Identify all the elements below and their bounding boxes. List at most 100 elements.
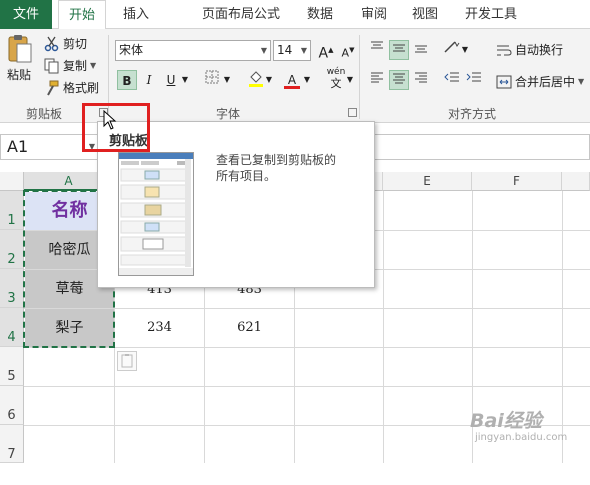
row-header-7[interactable]: 7 <box>0 425 24 463</box>
orientation-button[interactable] <box>442 40 462 60</box>
underline-dropdown-icon[interactable]: ▼ <box>180 70 190 90</box>
paste-options-icon[interactable] <box>117 351 137 371</box>
align-left-icon <box>371 72 383 83</box>
merge-center-label: 合并后居中 <box>515 75 576 89</box>
font-group-label: 字体 <box>216 107 241 121</box>
tab-formulas[interactable]: 公式 <box>245 0 289 29</box>
copy-button[interactable]: 复制 ▼ <box>44 57 96 74</box>
align-left-button[interactable] <box>367 70 387 90</box>
wrap-text-label: 自动换行 <box>515 43 564 57</box>
borders-button[interactable] <box>202 70 222 90</box>
font-name-select[interactable]: 宋体 ▼ <box>115 40 271 61</box>
orientation-icon <box>444 41 460 53</box>
row-header-3[interactable]: 3 <box>0 269 24 308</box>
tooltip-description-line2: 所有项目。 <box>216 169 277 183</box>
alignment-group-label: 对齐方式 <box>448 107 497 121</box>
column-header-e[interactable]: E <box>383 172 472 191</box>
tab-home[interactable]: 开始 <box>58 0 106 30</box>
bottom-align-button[interactable] <box>411 40 431 60</box>
fill-color-dropdown-icon[interactable]: ▼ <box>264 70 274 90</box>
paste-icon <box>8 35 32 63</box>
decrease-font-size-button[interactable]: A▼ <box>338 40 358 60</box>
copy-label: 复制 <box>63 59 88 73</box>
row-header-6[interactable]: 6 <box>0 386 24 425</box>
align-center-icon <box>393 73 405 84</box>
font-color-button[interactable]: A <box>282 70 302 90</box>
column-header-g[interactable] <box>562 172 590 191</box>
bottom-align-icon <box>415 45 427 53</box>
paste-label: 粘贴 <box>6 68 31 82</box>
increase-font-size-button[interactable]: A▲ <box>316 40 336 62</box>
column-header-f[interactable]: F <box>472 172 562 191</box>
gridline <box>383 191 384 463</box>
phonetic-dropdown-icon[interactable]: ▼ <box>345 70 355 90</box>
merge-center-button[interactable]: 合并后居中 ▼ <box>496 73 584 90</box>
tab-file[interactable]: 文件 <box>0 0 52 29</box>
scissors-icon <box>44 36 59 51</box>
merge-dropdown-icon[interactable]: ▼ <box>578 77 584 86</box>
font-name-value: 宋体 <box>119 43 144 57</box>
watermark-url: jingyan.baidu.com <box>475 432 568 443</box>
middle-align-button[interactable] <box>389 40 409 60</box>
gridline <box>24 386 590 387</box>
font-color-dropdown-icon[interactable]: ▼ <box>302 70 312 90</box>
tab-developer[interactable]: 开发工具 <box>455 0 527 29</box>
merge-cells-icon <box>496 75 512 88</box>
row-header-2[interactable]: 2 <box>0 230 24 269</box>
increase-indent-icon <box>466 72 481 82</box>
decrease-indent-button[interactable] <box>442 70 462 90</box>
row-header-1[interactable]: 1 <box>0 191 24 230</box>
ribbon-separator <box>359 35 360 119</box>
phonetic-char: 文 <box>330 77 342 90</box>
font-color-swatch <box>284 86 300 89</box>
phonetic-label: wén <box>326 67 346 77</box>
align-right-button[interactable] <box>411 70 431 90</box>
tab-data[interactable]: 数据 <box>298 0 342 29</box>
font-size-select[interactable]: 14 ▼ <box>273 40 311 61</box>
orientation-dropdown-icon[interactable]: ▼ <box>460 40 470 60</box>
borders-dropdown-icon[interactable]: ▼ <box>222 70 232 90</box>
top-align-button[interactable] <box>367 40 387 60</box>
select-all-button[interactable] <box>0 172 24 191</box>
italic-button[interactable]: I <box>139 70 159 90</box>
cell-b4[interactable]: 234 <box>115 309 204 347</box>
align-right-icon <box>415 72 427 83</box>
cut-label: 剪切 <box>63 37 88 51</box>
tooltip-description-line1: 查看已复制到剪贴板的 <box>216 153 337 167</box>
watermark-brand: Bai经验 <box>470 410 542 432</box>
chevron-down-icon: ▼ <box>260 46 267 55</box>
chevron-down-icon: ▼ <box>300 46 307 55</box>
row-header-5[interactable]: 5 <box>0 347 24 386</box>
decrease-indent-icon <box>444 72 459 82</box>
tab-review[interactable]: 审阅 <box>352 0 396 29</box>
paintbrush-icon <box>47 80 59 95</box>
tab-insert[interactable]: 插入 <box>114 0 158 29</box>
wrap-text-icon <box>497 45 512 55</box>
fill-color-button[interactable] <box>246 70 266 90</box>
tooltip-description: 查看已复制到剪贴板的 所有项目。 <box>216 152 336 184</box>
font-dialog-launcher-icon[interactable] <box>348 108 357 117</box>
cut-button[interactable]: 剪切 <box>44 35 87 52</box>
wrap-text-button[interactable]: 自动换行 <box>496 41 563 58</box>
phonetic-guide-button[interactable]: wén 文 <box>326 67 346 90</box>
row-header-4[interactable]: 4 <box>0 308 24 347</box>
mouse-cursor-icon <box>103 110 117 130</box>
increase-indent-button[interactable] <box>464 70 484 90</box>
cell-c4[interactable]: 621 <box>205 309 294 347</box>
format-painter-button[interactable]: 格式刷 <box>44 79 99 96</box>
name-box-value: A1 <box>7 137 29 156</box>
copy-icon <box>44 58 59 73</box>
font-size-value: 14 <box>277 43 293 57</box>
tab-view[interactable]: 视图 <box>403 0 447 29</box>
paste-button[interactable]: 粘贴 <box>6 34 32 83</box>
border-icon <box>205 70 219 84</box>
underline-button[interactable]: U <box>161 70 181 90</box>
align-center-button[interactable] <box>389 70 409 90</box>
middle-align-icon <box>393 44 405 52</box>
top-align-icon <box>371 41 383 49</box>
copy-dropdown-icon[interactable]: ▼ <box>90 61 96 70</box>
paint-bucket-icon <box>249 71 263 87</box>
bold-button[interactable]: B <box>117 70 137 90</box>
clipboard-pane-preview-icon <box>119 153 193 275</box>
format-painter-label: 格式刷 <box>63 81 100 95</box>
